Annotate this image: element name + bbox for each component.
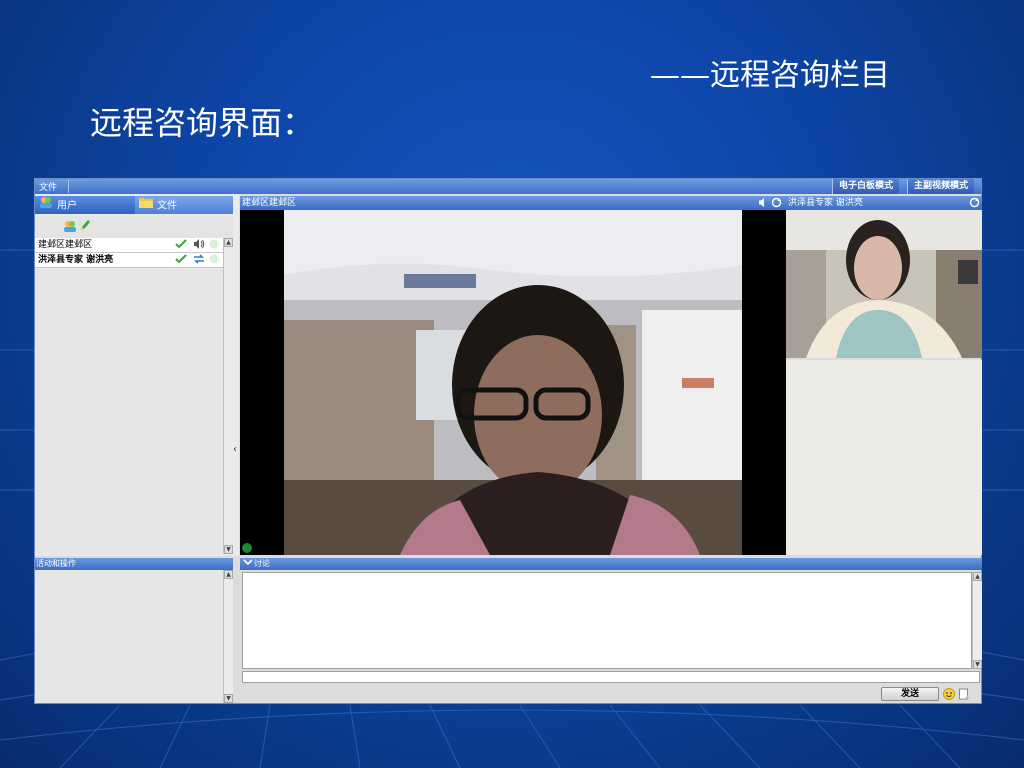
check-icon xyxy=(175,254,187,269)
main-video-image xyxy=(240,210,786,555)
user-list: 建邺区建邺区 洪泽县专家 谢洪亮 xyxy=(35,238,223,554)
users-panel: 用户 文件 建邺区建邺区 洪泽县专家 谢洪亮 ▲ ▼ xyxy=(35,194,233,556)
users-toolbar xyxy=(35,216,233,238)
tab-files[interactable]: 文件 xyxy=(135,196,233,214)
activity-panel: ▲ ▼ xyxy=(35,570,233,703)
activity-titlebar: 活动和操作 xyxy=(35,558,233,570)
list-item[interactable]: 建邺区建邺区 xyxy=(35,238,223,253)
main-video-title: 建邺区建邺区 xyxy=(242,198,297,208)
user-name: 洪泽县专家 谢洪亮 xyxy=(38,255,114,265)
folder-icon xyxy=(139,196,153,215)
discussion-title: 讨论 xyxy=(254,559,270,568)
tab-files-label: 文件 xyxy=(157,200,177,212)
send-button[interactable]: 发送 xyxy=(881,687,939,701)
tab-users[interactable]: 用户 xyxy=(35,196,135,214)
status-dot-icon xyxy=(209,254,219,269)
swap-icon[interactable] xyxy=(193,254,205,269)
whiteboard-mode-button[interactable]: 电子白板模式 xyxy=(832,179,900,194)
user-name: 建邺区建邺区 xyxy=(38,240,93,250)
side-video-empty-area xyxy=(786,360,982,555)
slide-title: 远程咨询界面： xyxy=(90,104,315,142)
scroll-down-arrow-icon[interactable]: ▼ xyxy=(224,694,233,703)
main-video-titlebar: 建邺区建邺区 xyxy=(240,196,786,210)
menu-file[interactable]: 文件 xyxy=(39,180,57,193)
tab-users-label: 用户 xyxy=(57,200,77,212)
add-user-icon[interactable] xyxy=(63,220,77,236)
users-icon xyxy=(39,196,53,215)
menu-bar: 文件 电子白板模式 主副视频模式 xyxy=(35,179,981,194)
scroll-up-arrow-icon[interactable]: ▲ xyxy=(973,572,982,581)
collapse-panel-handle[interactable]: ‹ xyxy=(233,194,239,556)
scroll-down-arrow-icon[interactable]: ▼ xyxy=(973,660,982,669)
discussion-scrollbar[interactable]: ▲ ▼ xyxy=(972,572,982,669)
slide-subtitle: ——远程咨询栏目 xyxy=(650,58,890,93)
message-input[interactable] xyxy=(242,671,980,683)
activity-scrollbar[interactable]: ▲ ▼ xyxy=(223,570,233,703)
chevron-left-icon: ‹ xyxy=(233,444,237,455)
scroll-up-arrow-icon[interactable]: ▲ xyxy=(224,570,233,579)
main-video-feed[interactable] xyxy=(240,210,786,555)
clear-icon[interactable] xyxy=(958,688,970,703)
check-icon xyxy=(175,239,187,254)
discussion-titlebar[interactable]: 讨论 xyxy=(240,558,982,570)
side-video-title: 洪泽县专家 谢洪亮 xyxy=(788,198,863,208)
discussion-log[interactable] xyxy=(242,572,972,669)
edit-pencil-icon[interactable] xyxy=(79,219,91,235)
activity-title: 活动和操作 xyxy=(36,559,76,568)
chevron-down-icon[interactable] xyxy=(243,557,253,571)
emoji-icon[interactable] xyxy=(943,688,955,703)
status-dot-icon xyxy=(209,239,219,254)
menu-separator xyxy=(68,180,69,193)
side-video-feed[interactable] xyxy=(786,210,982,358)
scroll-up-arrow-icon[interactable]: ▲ xyxy=(224,238,233,247)
user-list-scrollbar[interactable]: ▲ ▼ xyxy=(223,238,233,554)
consultation-app-window: 文件 电子白板模式 主副视频模式 用户 文件 建邺区建邺区 洪泽县专家 谢洪亮 … xyxy=(34,178,982,704)
speaker-icon[interactable] xyxy=(193,239,205,254)
scroll-down-arrow-icon[interactable]: ▼ xyxy=(224,545,233,554)
list-item[interactable]: 洪泽县专家 谢洪亮 xyxy=(35,253,223,268)
side-video-titlebar: 洪泽县专家 谢洪亮 xyxy=(786,196,982,210)
main-sub-video-mode-button[interactable]: 主副视频模式 xyxy=(907,179,975,194)
side-video-image xyxy=(786,210,982,358)
